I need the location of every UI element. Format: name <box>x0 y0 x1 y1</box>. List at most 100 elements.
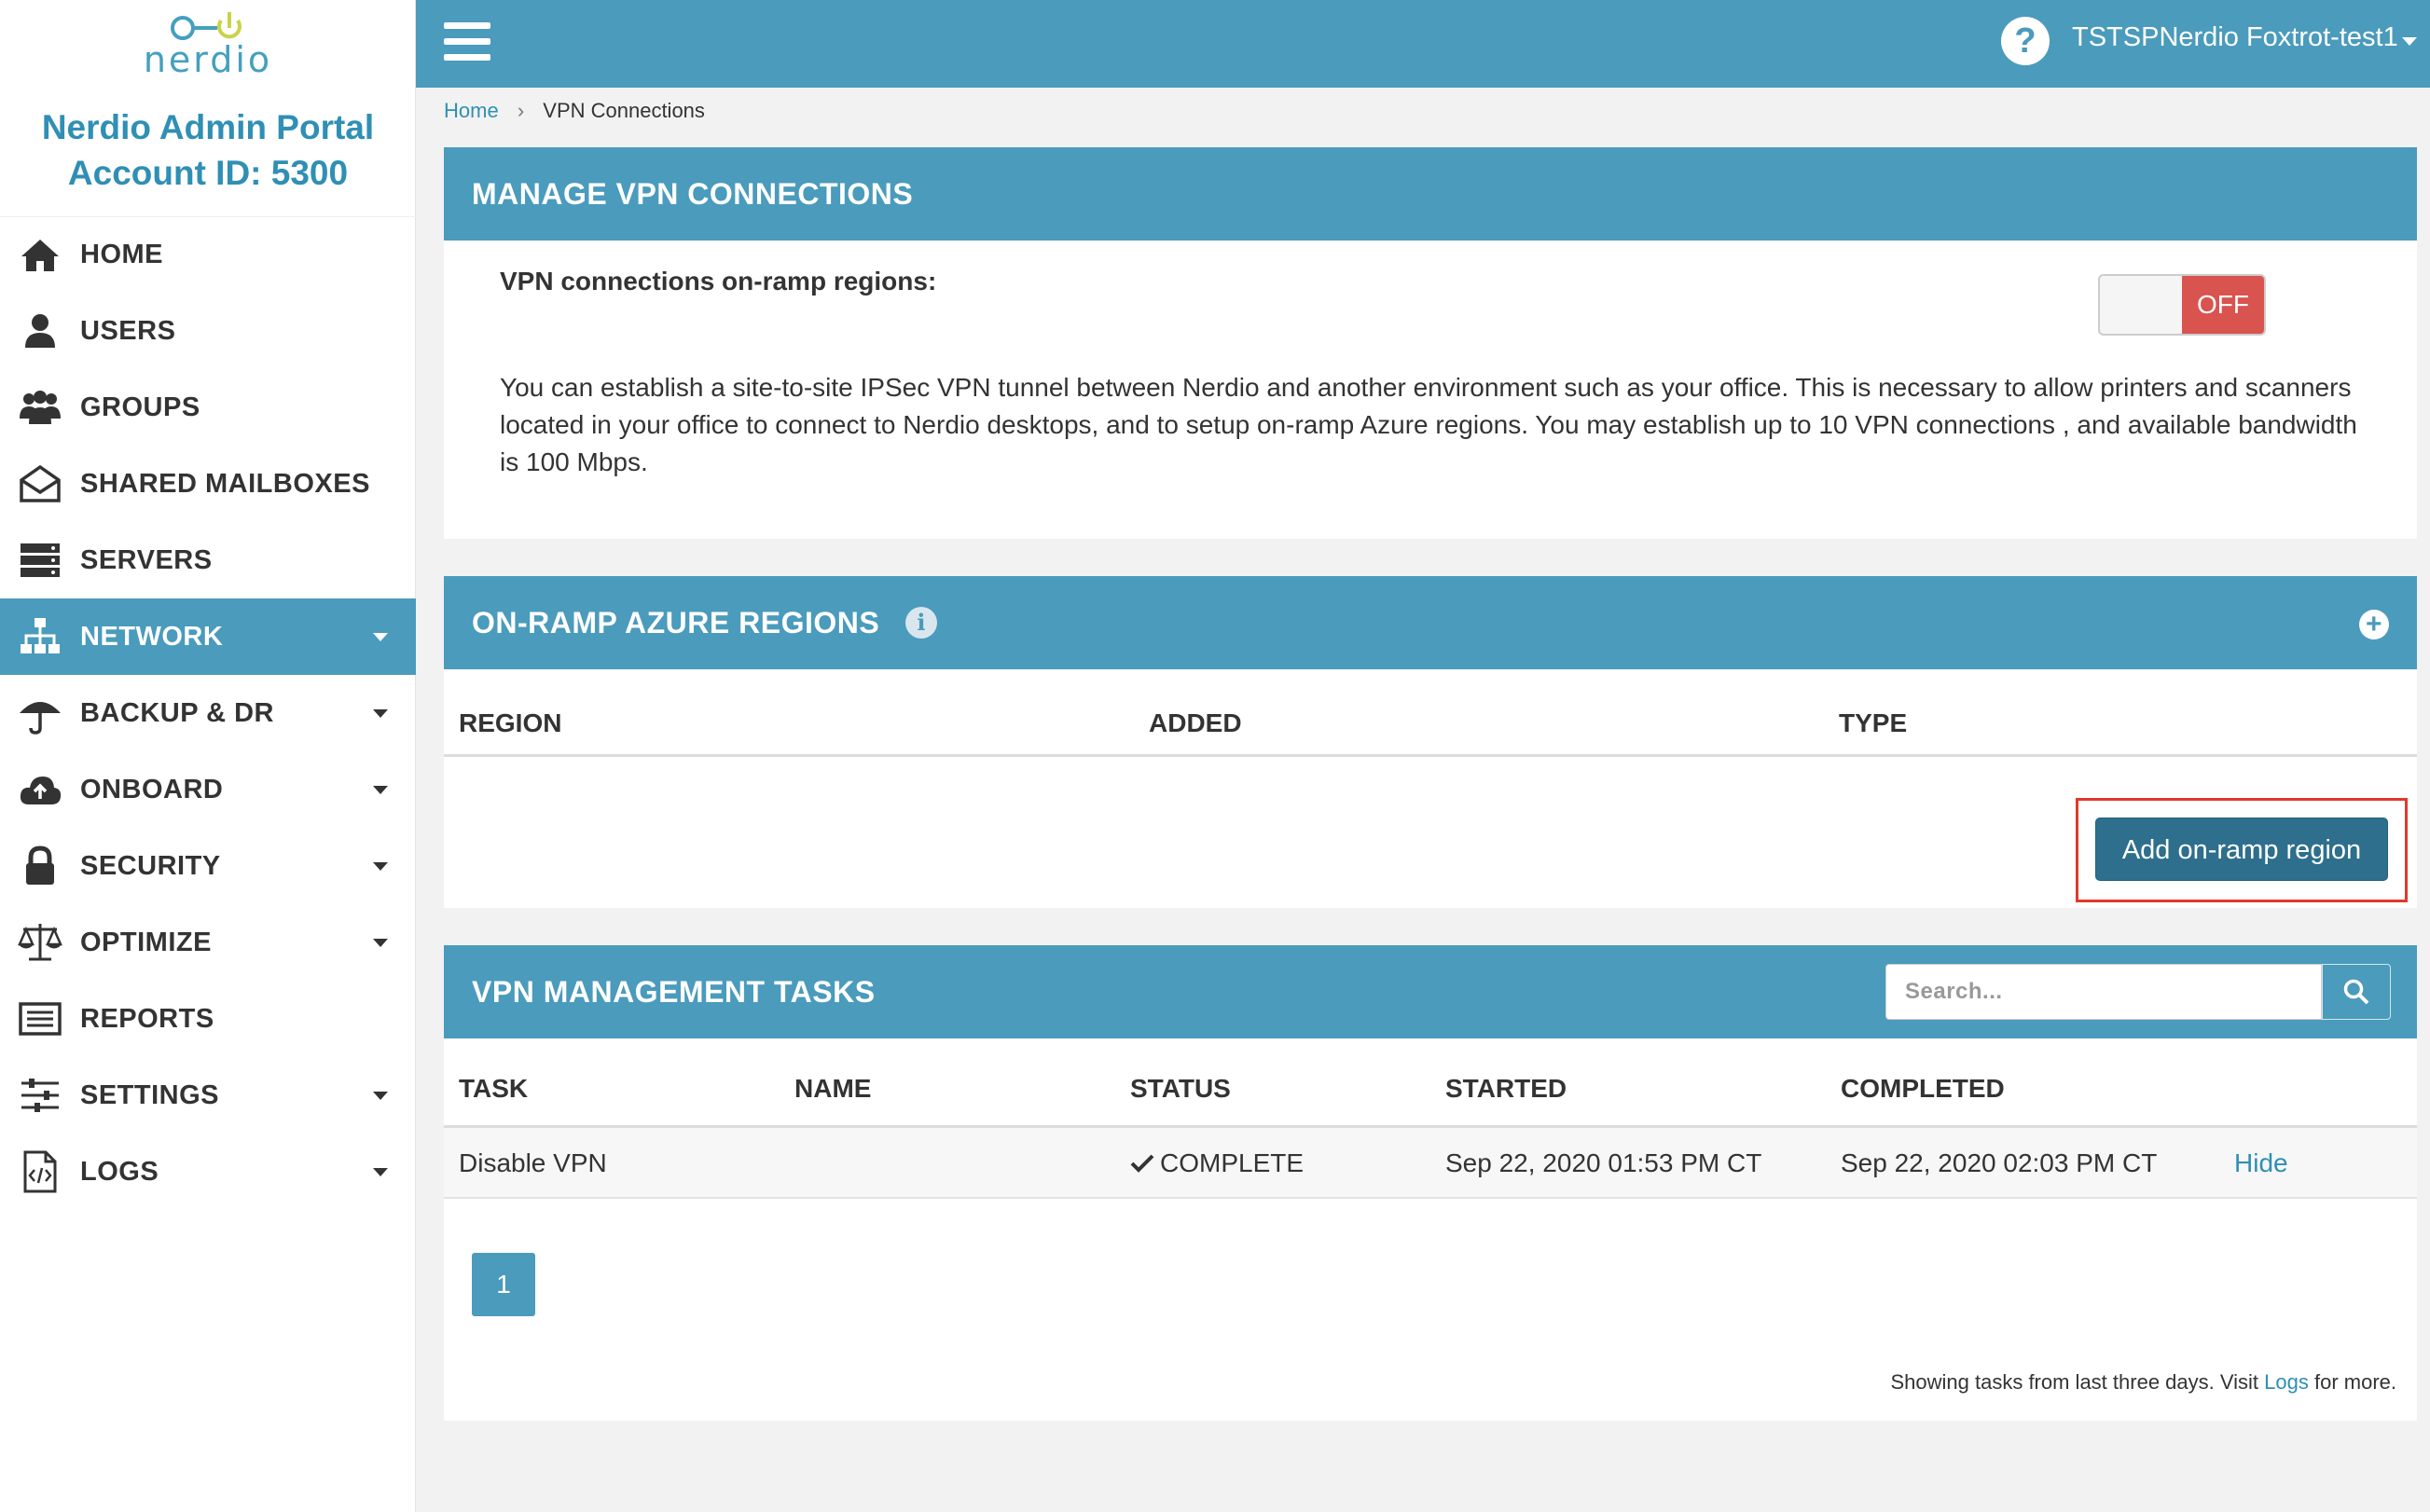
regions-table-header: REGION ADDED TYPE <box>444 669 2417 757</box>
sidebar-item-backup-dr[interactable]: BACKUP & DR <box>0 675 416 751</box>
lock-icon <box>0 844 80 888</box>
report-icon <box>0 997 80 1041</box>
sidebar-item-groups[interactable]: GROUPS <box>0 369 416 446</box>
sidebar-item-servers[interactable]: SERVERS <box>0 522 416 598</box>
sidebar-item-label: LOGS <box>80 1156 159 1187</box>
chevron-down-icon <box>373 1168 388 1176</box>
logs-link[interactable]: Logs <box>2264 1370 2309 1394</box>
chevron-down-icon <box>373 939 388 947</box>
logo-text: nerdio <box>143 39 273 80</box>
breadcrumb-separator: › <box>517 99 525 122</box>
search-input[interactable]: Search... <box>1885 964 2322 1020</box>
task-cell: Disable VPN <box>459 1148 607 1177</box>
user-icon <box>0 309 80 353</box>
sidebar-item-onboard[interactable]: ONBOARD <box>0 751 416 828</box>
breadcrumb-home-link[interactable]: Home <box>444 99 499 122</box>
hide-link[interactable]: Hide <box>2234 1148 2288 1178</box>
footnote-text: Showing tasks from last three days. Visi… <box>1890 1370 2265 1394</box>
chevron-down-icon <box>373 1092 388 1100</box>
sidebar: nerdio Nerdio Admin Portal Account ID: 5… <box>0 0 416 1512</box>
sidebar-item-shared-mailboxes[interactable]: SHARED MAILBOXES <box>0 446 416 522</box>
add-circle-icon[interactable]: + <box>2359 610 2389 639</box>
status-text: COMPLETE <box>1160 1148 1305 1177</box>
panel-header: ON-RAMP AZURE REGIONS i + <box>444 576 2417 669</box>
footnote-suffix: for more. <box>2308 1370 2396 1394</box>
column-header-region[interactable]: REGION <box>459 708 561 738</box>
account-id: Account ID: 5300 <box>67 154 349 192</box>
column-header-name[interactable]: NAME <box>794 1074 871 1104</box>
column-header-task[interactable]: TASK <box>459 1074 528 1104</box>
chevron-down-icon <box>373 709 388 718</box>
chevron-down-icon[interactable] <box>2402 37 2417 46</box>
breadcrumb: Home › VPN Connections <box>444 99 705 123</box>
column-header-added[interactable]: ADDED <box>1149 708 1242 738</box>
column-header-completed[interactable]: COMPLETED <box>1841 1074 2005 1104</box>
cloud-upload-icon <box>0 767 80 812</box>
tasks-table-header: TASK NAME STATUS STARTED COMPLETED <box>444 1038 2417 1128</box>
sidebar-item-optimize[interactable]: OPTIMIZE <box>0 904 416 981</box>
check-icon <box>1130 1154 1154 1173</box>
sidebar-item-label: SHARED MAILBOXES <box>80 468 370 499</box>
sidebar-item-label: ONBOARD <box>80 774 224 804</box>
top-bar: ? TSTSPNerdio Foxtrot-test1 <box>416 0 2430 88</box>
sidebar-item-reports[interactable]: REPORTS <box>0 981 416 1057</box>
nerdio-logo[interactable]: nerdio <box>0 0 416 84</box>
sidebar-item-label: NETWORK <box>80 621 224 652</box>
sidebar-item-network[interactable]: NETWORK <box>0 598 416 675</box>
onramp-regions-panel: ON-RAMP AZURE REGIONS i + REGION ADDED T… <box>444 576 2417 908</box>
sidebar-item-security[interactable]: SECURITY <box>0 828 416 904</box>
vpn-tasks-panel: VPN MANAGEMENT TASKS Search... TASK NAME… <box>444 945 2417 1421</box>
panel-header: VPN MANAGEMENT TASKS Search... <box>444 945 2417 1038</box>
group-icon <box>0 385 80 430</box>
chevron-down-icon <box>373 786 388 794</box>
vpn-onramp-toggle[interactable]: OFF <box>2098 274 2266 336</box>
mailbox-icon <box>0 461 80 506</box>
sidebar-item-label: BACKUP & DR <box>80 697 274 728</box>
portal-name: Nerdio Admin Portal <box>41 108 375 146</box>
sidebar-item-label: SERVERS <box>80 544 213 575</box>
chevron-down-icon <box>373 633 388 641</box>
sliders-icon <box>0 1073 80 1118</box>
search-button[interactable] <box>2322 964 2391 1020</box>
network-icon <box>0 614 80 659</box>
balance-scale-icon <box>0 920 80 965</box>
sidebar-item-label: OPTIMIZE <box>80 927 212 957</box>
column-header-status[interactable]: STATUS <box>1130 1074 1231 1104</box>
home-icon <box>0 232 80 277</box>
panel-title: ON-RAMP AZURE REGIONS <box>472 605 880 639</box>
panel-title: VPN MANAGEMENT TASKS <box>472 974 876 1009</box>
chevron-down-icon <box>373 862 388 871</box>
help-icon[interactable]: ? <box>2001 17 2050 65</box>
sidebar-item-label: SECURITY <box>80 850 221 881</box>
tasks-footnote: Showing tasks from last three days. Visi… <box>1890 1370 2396 1395</box>
server-icon <box>0 538 80 583</box>
sidebar-item-logs[interactable]: LOGS <box>0 1134 416 1210</box>
sidebar-item-label: SETTINGS <box>80 1079 220 1110</box>
started-cell: Sep 22, 2020 01:53 PM CT <box>1445 1148 1762 1177</box>
sidebar-item-settings[interactable]: SETTINGS <box>0 1057 416 1134</box>
info-icon[interactable]: i <box>905 607 938 639</box>
sidebar-item-users[interactable]: USERS <box>0 293 416 369</box>
breadcrumb-current: VPN Connections <box>543 99 705 122</box>
sidebar-nav: HOME USERS GROUPS SHARED MAILBOXES SERVE… <box>0 216 416 1210</box>
add-region-highlight: Add on-ramp region <box>2076 798 2408 902</box>
column-header-type[interactable]: TYPE <box>1839 708 1907 738</box>
sidebar-item-home[interactable]: HOME <box>0 216 416 293</box>
manage-vpn-panel: MANAGE VPN CONNECTIONS VPN connections o… <box>444 147 2417 539</box>
status-cell: COMPLETE <box>1130 1148 1304 1178</box>
sidebar-item-label: GROUPS <box>80 392 200 422</box>
code-file-icon <box>0 1149 80 1194</box>
add-onramp-region-button[interactable]: Add on-ramp region <box>2095 818 2388 881</box>
sidebar-item-label: USERS <box>80 315 176 346</box>
column-header-started[interactable]: STARTED <box>1445 1074 1567 1104</box>
pagination-page-1[interactable]: 1 <box>472 1253 535 1316</box>
toggle-off-label: OFF <box>2182 276 2264 334</box>
vpn-onramp-label: VPN connections on-ramp regions: <box>500 267 937 296</box>
portal-title: Nerdio Admin Portal Account ID: 5300 <box>0 104 416 196</box>
user-menu[interactable]: TSTSPNerdio Foxtrot-test1 <box>2072 22 2398 53</box>
menu-icon[interactable] <box>444 22 490 63</box>
sidebar-item-label: REPORTS <box>80 1003 214 1034</box>
sidebar-item-label: HOME <box>80 239 163 269</box>
umbrella-icon <box>0 691 80 735</box>
table-row: Disable VPN COMPLETE Sep 22, 2020 01:53 … <box>444 1128 2417 1199</box>
